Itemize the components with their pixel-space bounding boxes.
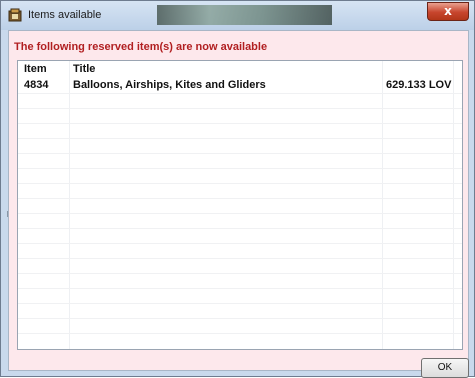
title-bar-background (157, 5, 332, 25)
notice-message: The following reserved item(s) are now a… (14, 41, 268, 53)
table-row[interactable]: 4834 Balloons, Airships, Kites and Glide… (18, 78, 462, 93)
cell-call-number: 629.133 LOV (386, 79, 452, 91)
close-button[interactable]: x (427, 2, 469, 21)
app-icon (8, 8, 22, 22)
dialog-body: The following reserved item(s) are now a… (8, 30, 469, 378)
row-divider (18, 333, 462, 334)
cell-item: 4834 (24, 79, 49, 91)
title-bar[interactable]: Items available x (1, 1, 474, 30)
cell-title: Balloons, Airships, Kites and Gliders (73, 79, 266, 91)
row-divider (18, 93, 462, 94)
row-divider (18, 288, 462, 289)
ok-button[interactable]: OK (421, 358, 469, 378)
row-divider (18, 198, 462, 199)
row-divider (18, 153, 462, 154)
column-divider (69, 61, 70, 349)
column-divider (382, 61, 383, 349)
row-divider (18, 183, 462, 184)
row-divider (18, 108, 462, 109)
row-divider (18, 168, 462, 169)
row-divider (18, 123, 462, 124)
row-divider (18, 243, 462, 244)
row-divider (18, 303, 462, 304)
close-icon: x (444, 4, 452, 18)
column-header-item[interactable]: Item (24, 63, 47, 75)
row-divider (18, 213, 462, 214)
row-divider (18, 228, 462, 229)
row-divider (18, 273, 462, 274)
dialog-window: Items available x The following reserved… (0, 0, 475, 378)
window-title: Items available (28, 9, 102, 21)
table-header: Item Title (18, 61, 462, 77)
row-divider (18, 258, 462, 259)
column-divider (453, 61, 454, 349)
column-header-title[interactable]: Title (73, 63, 95, 75)
row-divider (18, 318, 462, 319)
items-table[interactable]: Item Title 4834 Balloons, Airships, Kite… (17, 60, 463, 350)
row-divider (18, 138, 462, 139)
